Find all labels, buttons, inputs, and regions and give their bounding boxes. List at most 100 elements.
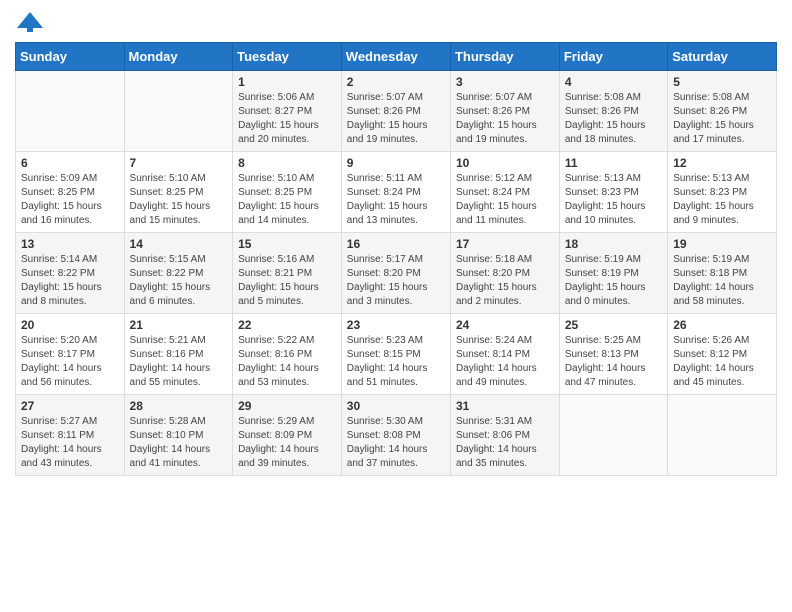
day-info: Sunrise: 5:10 AM Sunset: 8:25 PM Dayligh… xyxy=(130,172,228,228)
calendar-cell: 1 Sunrise: 5:06 AM Sunset: 8:27 PM Daylig… xyxy=(233,71,342,152)
calendar-cell xyxy=(559,395,667,476)
column-header-saturday: Saturday xyxy=(668,43,777,71)
calendar-cell: 31 Sunrise: 5:31 AM Sunset: 8:06 PM Dayli… xyxy=(450,395,559,476)
day-number: 9 xyxy=(347,156,445,170)
day-number: 7 xyxy=(130,156,228,170)
day-number: 29 xyxy=(238,399,336,413)
day-number: 28 xyxy=(130,399,228,413)
day-number: 17 xyxy=(456,237,554,251)
day-info: Sunrise: 5:07 AM Sunset: 8:26 PM Dayligh… xyxy=(456,91,554,147)
day-info: Sunrise: 5:08 AM Sunset: 8:26 PM Dayligh… xyxy=(673,91,771,147)
week-row-4: 20Sunrise: 5:20 AM Sunset: 8:17 PM Dayli… xyxy=(16,314,777,395)
day-number: 20 xyxy=(21,318,119,332)
day-info: Sunrise: 5:28 AM Sunset: 8:10 PM Dayligh… xyxy=(130,415,228,471)
day-info: Sunrise: 5:12 AM Sunset: 8:24 PM Dayligh… xyxy=(456,172,554,228)
header-row: SundayMondayTuesdayWednesdayThursdayFrid… xyxy=(16,43,777,71)
day-info: Sunrise: 5:06 AM Sunset: 8:27 PM Dayligh… xyxy=(238,91,336,147)
calendar-cell: 3 Sunrise: 5:07 AM Sunset: 8:26 PM Daylig… xyxy=(450,71,559,152)
day-info: Sunrise: 5:19 AM Sunset: 8:19 PM Dayligh… xyxy=(565,253,662,309)
calendar-cell: 26 Sunrise: 5:26 AM Sunset: 8:12 PM Dayli… xyxy=(668,314,777,395)
calendar-cell: 13Sunrise: 5:14 AM Sunset: 8:22 PM Dayli… xyxy=(16,233,125,314)
calendar-cell: 11 Sunrise: 5:13 AM Sunset: 8:23 PM Dayli… xyxy=(559,152,667,233)
day-info: Sunrise: 5:31 AM Sunset: 8:06 PM Dayligh… xyxy=(456,415,554,471)
column-header-thursday: Thursday xyxy=(450,43,559,71)
column-header-tuesday: Tuesday xyxy=(233,43,342,71)
calendar-cell: 9 Sunrise: 5:11 AM Sunset: 8:24 PM Daylig… xyxy=(341,152,450,233)
day-number: 14 xyxy=(130,237,228,251)
day-number: 18 xyxy=(565,237,662,251)
calendar-cell: 28 Sunrise: 5:28 AM Sunset: 8:10 PM Dayli… xyxy=(124,395,233,476)
day-info: Sunrise: 5:30 AM Sunset: 8:08 PM Dayligh… xyxy=(347,415,445,471)
day-info: Sunrise: 5:07 AM Sunset: 8:26 PM Dayligh… xyxy=(347,91,445,147)
calendar-cell: 16Sunrise: 5:17 AM Sunset: 8:20 PM Dayli… xyxy=(341,233,450,314)
day-number: 2 xyxy=(347,75,445,89)
calendar-cell xyxy=(124,71,233,152)
day-info: Sunrise: 5:24 AM Sunset: 8:14 PM Dayligh… xyxy=(456,334,554,390)
day-info: Sunrise: 5:11 AM Sunset: 8:24 PM Dayligh… xyxy=(347,172,445,228)
day-info: Sunrise: 5:09 AM Sunset: 8:25 PM Dayligh… xyxy=(21,172,119,228)
logo-icon xyxy=(15,10,45,34)
calendar-table: SundayMondayTuesdayWednesdayThursdayFrid… xyxy=(15,42,777,476)
calendar-cell: 22 Sunrise: 5:22 AM Sunset: 8:16 PM Dayli… xyxy=(233,314,342,395)
week-row-2: 6 Sunrise: 5:09 AM Sunset: 8:25 PM Daylig… xyxy=(16,152,777,233)
day-number: 24 xyxy=(456,318,554,332)
day-info: Sunrise: 5:19 AM Sunset: 8:18 PM Dayligh… xyxy=(673,253,771,309)
calendar-cell: 7 Sunrise: 5:10 AM Sunset: 8:25 PM Daylig… xyxy=(124,152,233,233)
day-number: 3 xyxy=(456,75,554,89)
calendar-cell: 17 Sunrise: 5:18 AM Sunset: 8:20 PM Dayli… xyxy=(450,233,559,314)
column-header-friday: Friday xyxy=(559,43,667,71)
day-info: Sunrise: 5:10 AM Sunset: 8:25 PM Dayligh… xyxy=(238,172,336,228)
day-number: 25 xyxy=(565,318,662,332)
calendar-header: SundayMondayTuesdayWednesdayThursdayFrid… xyxy=(16,43,777,71)
calendar-cell xyxy=(668,395,777,476)
page-header xyxy=(15,10,777,34)
calendar-cell: 14 Sunrise: 5:15 AM Sunset: 8:22 PM Dayli… xyxy=(124,233,233,314)
day-number: 26 xyxy=(673,318,771,332)
day-info: Sunrise: 5:14 AM Sunset: 8:22 PM Dayligh… xyxy=(21,253,119,309)
day-info: Sunrise: 5:16 AM Sunset: 8:21 PM Dayligh… xyxy=(238,253,336,309)
calendar-cell xyxy=(16,71,125,152)
day-number: 12 xyxy=(673,156,771,170)
calendar-cell: 25Sunrise: 5:25 AM Sunset: 8:13 PM Dayli… xyxy=(559,314,667,395)
calendar-cell: 8Sunrise: 5:10 AM Sunset: 8:25 PM Daylig… xyxy=(233,152,342,233)
week-row-5: 27Sunrise: 5:27 AM Sunset: 8:11 PM Dayli… xyxy=(16,395,777,476)
calendar-cell: 10 Sunrise: 5:12 AM Sunset: 8:24 PM Dayli… xyxy=(450,152,559,233)
calendar-cell: 15Sunrise: 5:16 AM Sunset: 8:21 PM Dayli… xyxy=(233,233,342,314)
week-row-1: 1 Sunrise: 5:06 AM Sunset: 8:27 PM Daylig… xyxy=(16,71,777,152)
calendar-cell: 24 Sunrise: 5:24 AM Sunset: 8:14 PM Dayli… xyxy=(450,314,559,395)
day-info: Sunrise: 5:26 AM Sunset: 8:12 PM Dayligh… xyxy=(673,334,771,390)
day-info: Sunrise: 5:13 AM Sunset: 8:23 PM Dayligh… xyxy=(565,172,662,228)
calendar-cell: 23Sunrise: 5:23 AM Sunset: 8:15 PM Dayli… xyxy=(341,314,450,395)
day-info: Sunrise: 5:21 AM Sunset: 8:16 PM Dayligh… xyxy=(130,334,228,390)
day-number: 11 xyxy=(565,156,662,170)
calendar-cell: 21 Sunrise: 5:21 AM Sunset: 8:16 PM Dayli… xyxy=(124,314,233,395)
calendar-cell: 29 Sunrise: 5:29 AM Sunset: 8:09 PM Dayli… xyxy=(233,395,342,476)
day-info: Sunrise: 5:22 AM Sunset: 8:16 PM Dayligh… xyxy=(238,334,336,390)
day-number: 4 xyxy=(565,75,662,89)
day-info: Sunrise: 5:08 AM Sunset: 8:26 PM Dayligh… xyxy=(565,91,662,147)
day-number: 31 xyxy=(456,399,554,413)
week-row-3: 13Sunrise: 5:14 AM Sunset: 8:22 PM Dayli… xyxy=(16,233,777,314)
day-info: Sunrise: 5:18 AM Sunset: 8:20 PM Dayligh… xyxy=(456,253,554,309)
day-number: 1 xyxy=(238,75,336,89)
day-number: 6 xyxy=(21,156,119,170)
calendar-cell: 6 Sunrise: 5:09 AM Sunset: 8:25 PM Daylig… xyxy=(16,152,125,233)
day-info: Sunrise: 5:23 AM Sunset: 8:15 PM Dayligh… xyxy=(347,334,445,390)
column-header-wednesday: Wednesday xyxy=(341,43,450,71)
calendar-cell: 27Sunrise: 5:27 AM Sunset: 8:11 PM Dayli… xyxy=(16,395,125,476)
calendar-cell: 20Sunrise: 5:20 AM Sunset: 8:17 PM Dayli… xyxy=(16,314,125,395)
day-number: 10 xyxy=(456,156,554,170)
calendar-cell: 2 Sunrise: 5:07 AM Sunset: 8:26 PM Daylig… xyxy=(341,71,450,152)
day-number: 16 xyxy=(347,237,445,251)
day-number: 21 xyxy=(130,318,228,332)
day-info: Sunrise: 5:27 AM Sunset: 8:11 PM Dayligh… xyxy=(21,415,119,471)
day-number: 22 xyxy=(238,318,336,332)
day-number: 30 xyxy=(347,399,445,413)
column-header-monday: Monday xyxy=(124,43,233,71)
calendar-body: 1 Sunrise: 5:06 AM Sunset: 8:27 PM Daylig… xyxy=(16,71,777,476)
calendar-cell: 30 Sunrise: 5:30 AM Sunset: 8:08 PM Dayli… xyxy=(341,395,450,476)
day-number: 19 xyxy=(673,237,771,251)
day-info: Sunrise: 5:15 AM Sunset: 8:22 PM Dayligh… xyxy=(130,253,228,309)
day-info: Sunrise: 5:29 AM Sunset: 8:09 PM Dayligh… xyxy=(238,415,336,471)
calendar-cell: 12Sunrise: 5:13 AM Sunset: 8:23 PM Dayli… xyxy=(668,152,777,233)
